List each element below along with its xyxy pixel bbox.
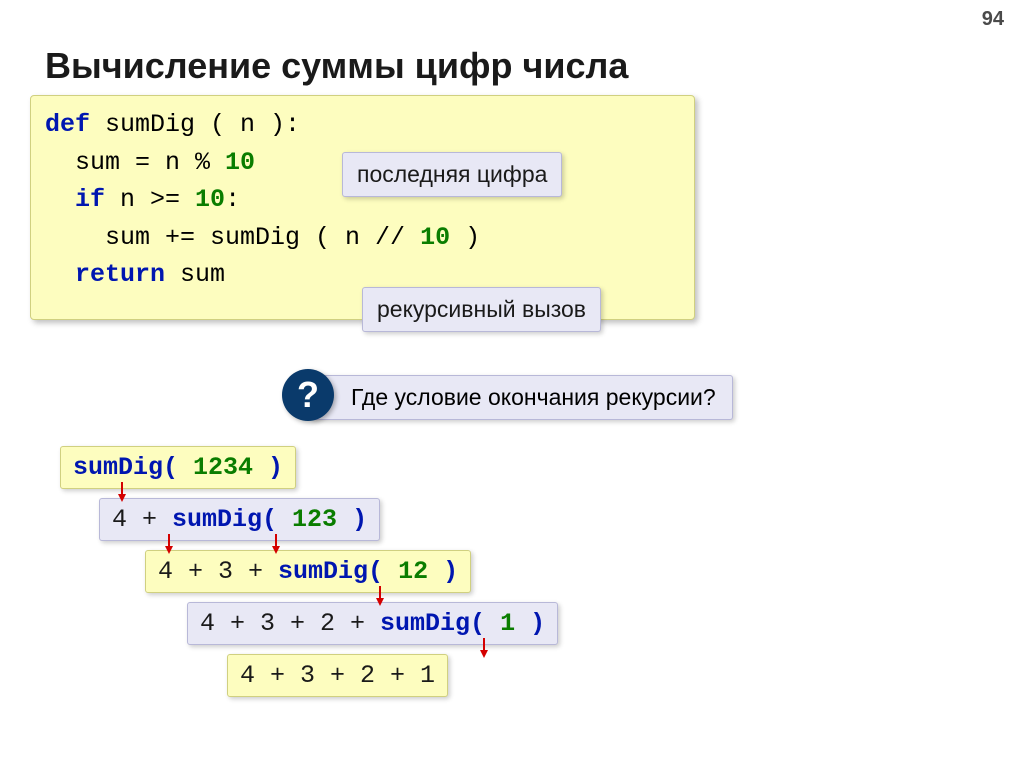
arrow-icon (163, 534, 173, 552)
arrow-icon (270, 534, 280, 552)
code-text (45, 185, 75, 214)
code-text: sum (165, 260, 225, 289)
keyword-return: return (75, 260, 165, 289)
code-number: 10 (225, 148, 255, 177)
arrow-icon (374, 586, 384, 604)
fn-name: sumDig( (73, 453, 178, 482)
step-prefix: 4 + (112, 505, 172, 534)
fn-close: ) (530, 609, 545, 638)
fn-name: sumDig( (380, 609, 485, 638)
code-text: n >= (105, 185, 195, 214)
fn-close: ) (443, 557, 458, 586)
recursion-step-1: sumDig( 1234 ) (60, 446, 296, 489)
arrow-icon (478, 638, 488, 656)
step-prefix: 4 + 3 + (158, 557, 278, 586)
question-icon: ? (282, 369, 334, 421)
callout-last-digit: последняя цифра (342, 152, 562, 197)
page-number: 94 (982, 8, 1004, 31)
slide-title: Вычисление суммы цифр числа (45, 45, 628, 87)
arrow-icon (116, 482, 126, 500)
code-text: ) (450, 223, 480, 252)
recursion-step-3: 4 + 3 + sumDig( 12 ) (145, 550, 471, 593)
code-text: : (225, 185, 240, 214)
step-prefix: 4 + 3 + 2 + (200, 609, 380, 638)
fn-close: ) (352, 505, 367, 534)
keyword-if: if (75, 185, 105, 214)
recursion-step-5: 4 + 3 + 2 + 1 (227, 654, 448, 697)
code-number: 10 (195, 185, 225, 214)
question-box: Где условие окончания рекурсии? (310, 375, 733, 420)
keyword-def: def (45, 110, 90, 139)
code-text: sum += sumDig ( n // (45, 223, 420, 252)
fn-arg: 123 (277, 505, 352, 534)
fn-arg: 1 (485, 609, 530, 638)
recursion-step-2: 4 + sumDig( 123 ) (99, 498, 380, 541)
fn-name: sumDig( (172, 505, 277, 534)
fn-name: sumDig( (278, 557, 383, 586)
code-text: sumDig ( n ): (90, 110, 300, 139)
fn-arg: 1234 (178, 453, 268, 482)
code-text (45, 260, 75, 289)
code-number: 10 (420, 223, 450, 252)
fn-arg: 12 (383, 557, 443, 586)
fn-close: ) (268, 453, 283, 482)
callout-recursive-call: рекурсивный вызов (362, 287, 601, 332)
code-text: sum = n % (45, 148, 225, 177)
recursion-step-4: 4 + 3 + 2 + sumDig( 1 ) (187, 602, 558, 645)
